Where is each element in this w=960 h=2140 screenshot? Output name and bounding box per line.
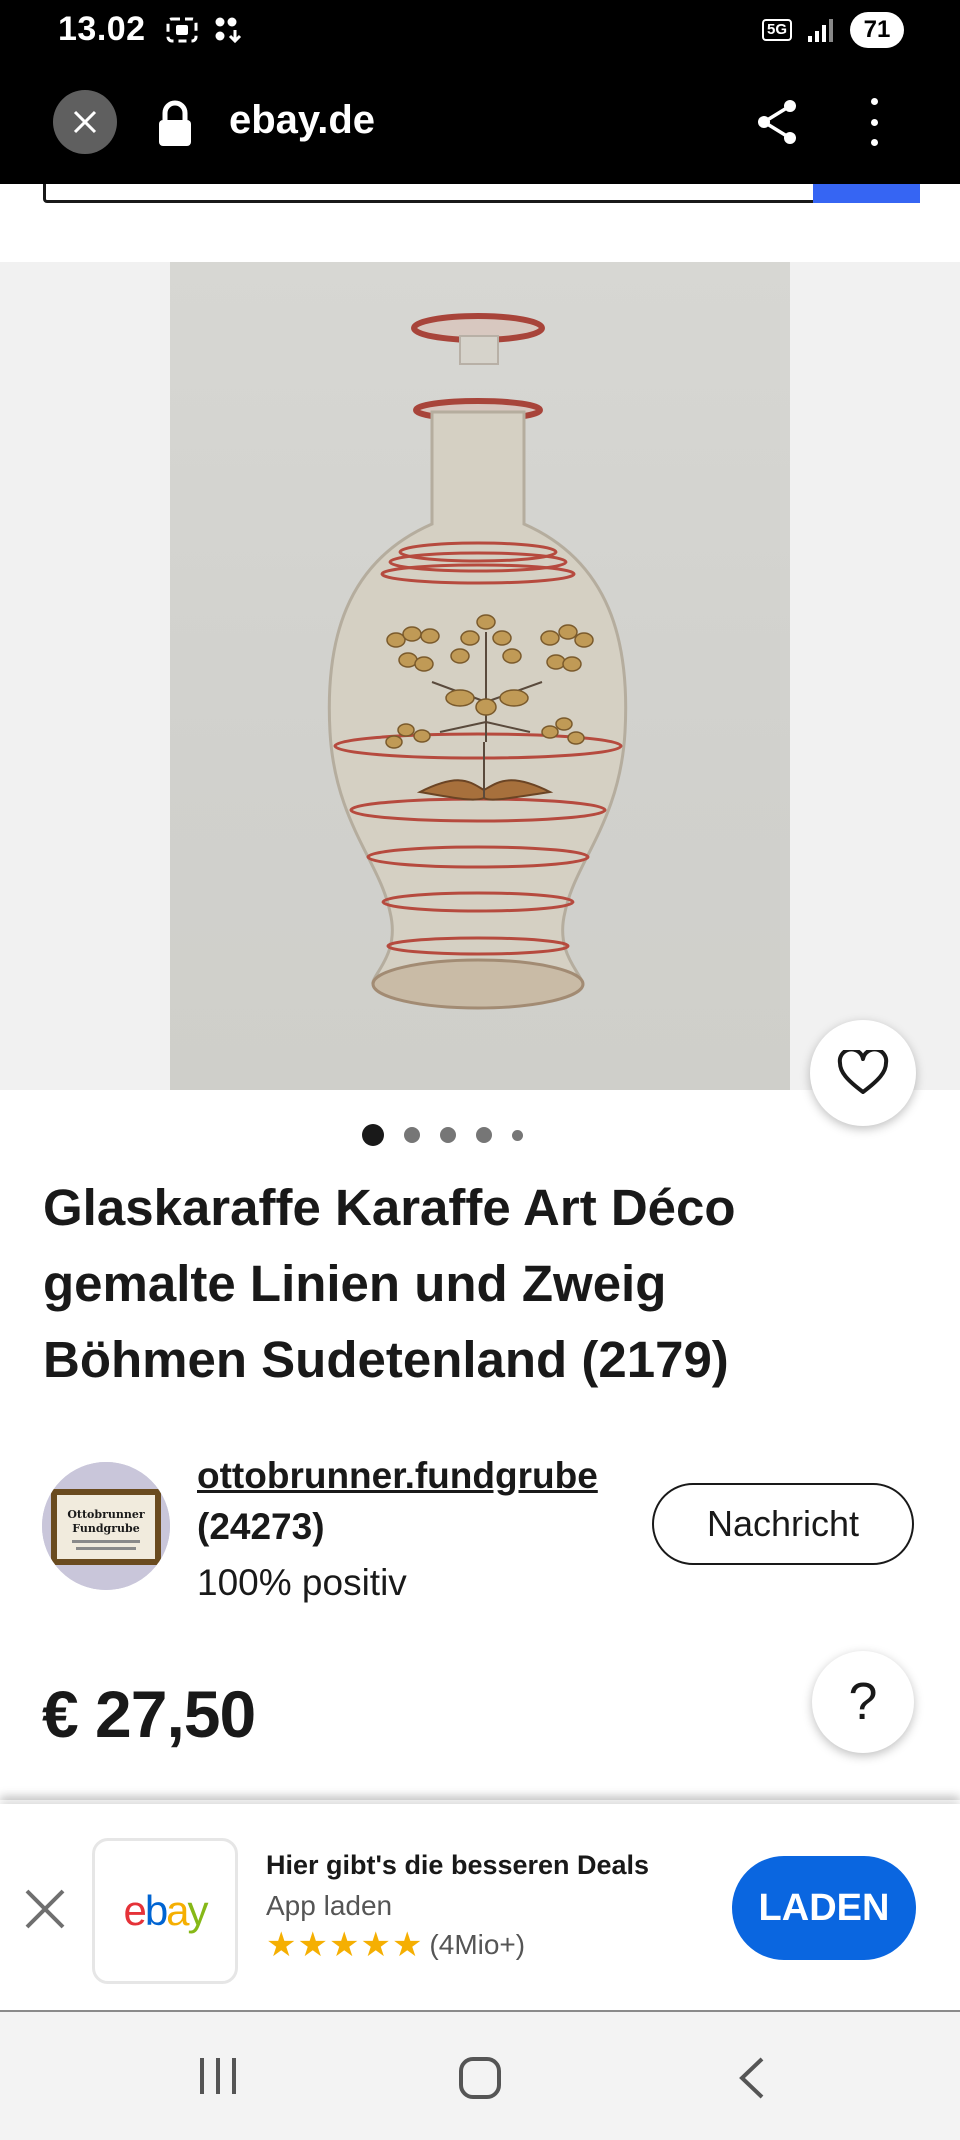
logo-letter-a: a [166, 1887, 189, 1934]
scroll-content-edge [0, 1776, 960, 1806]
banner-headline: Hier gibt's die besseren Deals [266, 1850, 650, 1880]
status-bar: 13.02 5G 71 [0, 0, 960, 68]
image-gallery[interactable] [0, 262, 960, 1090]
search-button[interactable] [813, 184, 920, 203]
gallery-pagination [0, 1124, 922, 1146]
close-icon[interactable] [22, 1886, 68, 1932]
system-navigation-bar [0, 2012, 960, 2140]
message-seller-button[interactable]: Nachricht [652, 1483, 914, 1565]
star-rating: ★★★★★ [266, 1928, 423, 1962]
title-line: Böhmen Sudetenland (2179) [43, 1331, 729, 1388]
url-domain[interactable]: ebay.de [229, 98, 375, 143]
seller-logo-line2: Fundgrube [72, 1522, 139, 1535]
battery-indicator: 71 [850, 12, 904, 48]
install-app-button[interactable]: LADEN [732, 1856, 916, 1960]
ebay-app-icon[interactable]: ebay [92, 1838, 238, 1984]
logo-letter-b: b [144, 1887, 168, 1934]
browser-toolbar: ebay.de [0, 68, 960, 184]
listing-title: Glaskaraffe Karaffe Art Déco gemalte Lin… [43, 1170, 883, 1398]
close-icon [73, 110, 97, 134]
review-count: (4Mio+) [429, 1929, 526, 1960]
pagination-dot[interactable] [511, 1129, 523, 1141]
status-time: 13.02 [58, 10, 146, 48]
back-icon[interactable] [736, 2056, 766, 2100]
lock-icon[interactable] [156, 100, 194, 148]
seller-logo: Ottobrunner Fundgrube [42, 1462, 170, 1590]
seller-avatar[interactable]: Ottobrunner Fundgrube [42, 1462, 170, 1590]
heart-icon [837, 1050, 889, 1094]
search-input[interactable] [43, 184, 819, 203]
star-icon: ★ [360, 1926, 391, 1964]
network-type: 5G [761, 19, 792, 41]
app-rating: ★★★★★ (4Mio+) [266, 1928, 525, 1962]
search-bar-remnant [0, 184, 960, 262]
pagination-dot[interactable] [361, 1124, 384, 1146]
share-icon[interactable] [754, 98, 800, 146]
signal-icon [808, 19, 833, 42]
notification-icons [165, 14, 247, 46]
pagination-dot[interactable] [403, 1127, 420, 1143]
carafe-illustration [327, 313, 628, 1010]
seller-positive-rating: 100% positiv [197, 1562, 407, 1603]
recent-apps-icon[interactable] [196, 2056, 240, 2096]
help-button[interactable]: ? [812, 1651, 914, 1753]
seller-logo-line1: Ottobrunner [67, 1508, 145, 1521]
close-tab-button[interactable] [53, 90, 117, 154]
star-icon: ★ [266, 1926, 297, 1964]
pagination-dot[interactable] [439, 1127, 456, 1143]
logo-letter-y: y [187, 1887, 209, 1934]
product-image[interactable] [170, 262, 790, 1090]
title-line: gemalte Linien und Zweig [43, 1255, 667, 1312]
logo-letter-e: e [123, 1887, 146, 1934]
download-icon [215, 17, 242, 44]
star-icon: ★ [328, 1926, 360, 1964]
seller-feedback-count[interactable]: (24273) [197, 1506, 325, 1548]
home-icon[interactable] [458, 2056, 502, 2100]
app-install-banner: ebay Hier gibt's die besseren Deals App … [0, 1804, 960, 2012]
banner-subline: App laden [266, 1890, 393, 1921]
screenshot-icon [166, 17, 198, 43]
watchlist-button[interactable] [810, 1020, 916, 1126]
seller-name-link[interactable]: ottobrunner.fundgrube [197, 1455, 598, 1497]
pagination-dot[interactable] [475, 1127, 492, 1143]
star-icon: ★ [297, 1926, 328, 1964]
title-line: Glaskaraffe Karaffe Art Déco [43, 1179, 736, 1236]
system-icons: 5G 71 [761, 12, 904, 48]
star-icon: ★ [391, 1926, 423, 1964]
item-price: € 27,50 [42, 1677, 256, 1751]
ebay-logo: ebay [123, 1887, 209, 1935]
more-options-icon[interactable] [856, 98, 892, 146]
